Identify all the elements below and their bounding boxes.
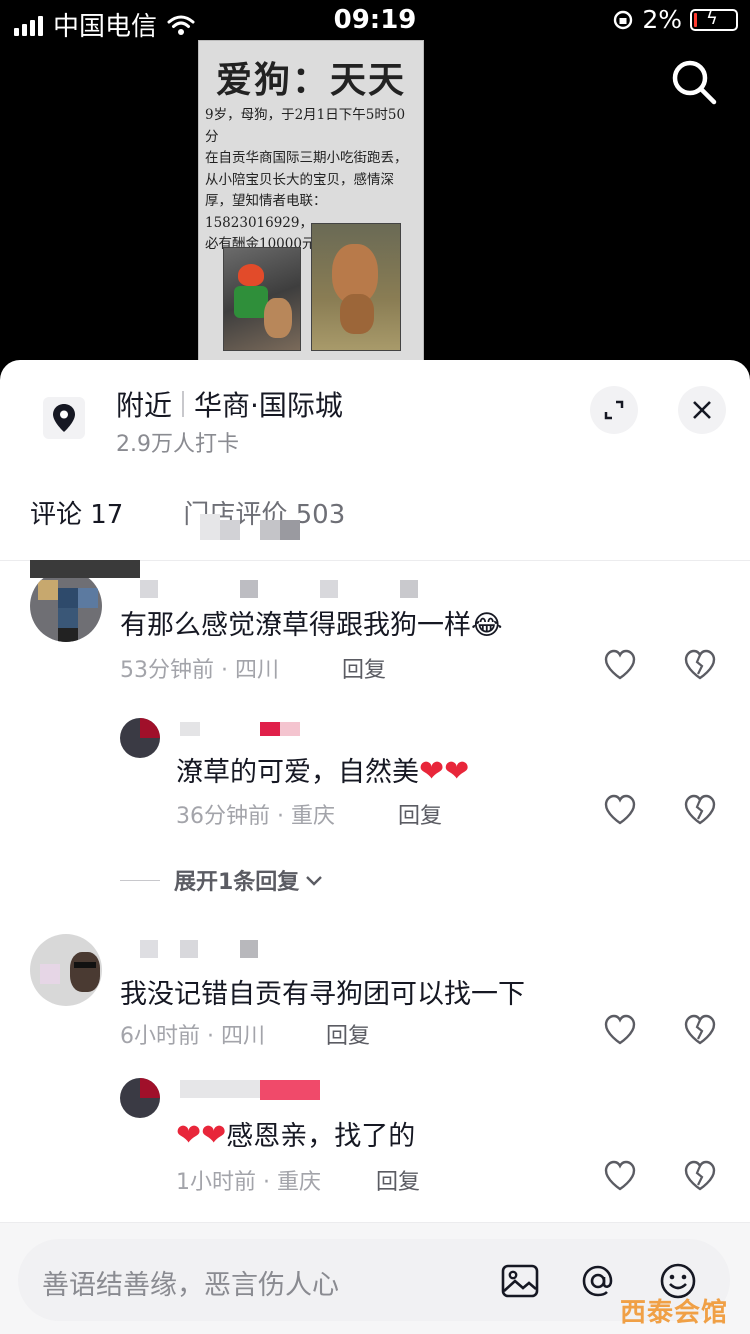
like-heart-icon[interactable]: [603, 1013, 637, 1047]
search-icon[interactable]: [670, 58, 718, 106]
mosaic-blur: [320, 580, 338, 598]
mosaic-blur: [280, 520, 300, 540]
comment-text: 我没记错自贡有寻狗团可以找一下: [120, 979, 525, 1010]
poster-line: 从小陪宝贝长大的宝贝，感情深: [205, 171, 394, 188]
location-name: 华商·国际城: [194, 389, 343, 422]
at-mention-icon[interactable]: [578, 1261, 618, 1301]
mosaic-blur: [140, 580, 158, 598]
location-prefix: 附近: [116, 389, 173, 422]
mosaic-blur: [240, 940, 258, 958]
mosaic-blur: [260, 722, 280, 736]
comment-meta: 6小时前 · 四川: [120, 1024, 265, 1049]
expand-button[interactable]: [590, 386, 638, 434]
comment-input-placeholder: 善语结善缘，恶言伤人心: [42, 1270, 339, 1301]
rotation-lock-icon: [614, 10, 633, 29]
avatar[interactable]: [30, 570, 102, 642]
like-heart-icon[interactable]: [603, 1159, 637, 1193]
close-icon: [693, 401, 711, 419]
dislike-broken-heart-icon[interactable]: [683, 1159, 717, 1193]
comment-meta: 36分钟前 · 重庆: [176, 804, 335, 829]
mosaic-blur: [400, 580, 418, 598]
mosaic-blur: [220, 520, 240, 540]
status-bar: 中国电信 09:19 2% ϟ: [0, 0, 750, 42]
avatar[interactable]: [120, 718, 160, 758]
reply-button[interactable]: 回复: [342, 652, 386, 684]
avatar[interactable]: [120, 1078, 160, 1118]
mosaic-blur: [260, 520, 280, 540]
mosaic-blur: [200, 514, 220, 540]
poster-title: 爱狗：天天: [215, 59, 406, 101]
comment-text: 潦草的可爱，自然美: [176, 757, 419, 788]
dislike-broken-heart-icon[interactable]: [683, 793, 717, 827]
red-heart-emoji: ❤❤: [176, 1118, 227, 1153]
location-pin-icon: [43, 397, 85, 439]
laughing-crying-emoji: 😂: [471, 610, 503, 641]
comment-text: ❤❤感恩亲，找了的: [176, 1114, 415, 1153]
like-heart-icon[interactable]: [603, 648, 637, 682]
tab-comments[interactable]: 评论 17: [30, 494, 123, 531]
dog-photo: [311, 223, 401, 351]
comment-meta: 1小时前 · 重庆: [176, 1170, 321, 1195]
mosaic-blur: [180, 940, 198, 958]
image-icon[interactable]: [500, 1261, 540, 1301]
reply-button[interactable]: 回复: [326, 1018, 370, 1050]
mosaic-blur: [30, 560, 140, 578]
close-button[interactable]: [678, 386, 726, 434]
mosaic-blur: [260, 1080, 320, 1100]
avatar[interactable]: [30, 934, 102, 1006]
like-heart-icon[interactable]: [603, 793, 637, 827]
mosaic-blur: [180, 1080, 260, 1098]
reply-button[interactable]: 回复: [376, 1164, 420, 1196]
comment-text: 有那么感觉潦草得跟我狗一样😂: [120, 603, 503, 642]
mosaic-blur: [280, 722, 300, 736]
comment-text: 有那么感觉潦草得跟我狗一样: [120, 610, 471, 641]
poster-line: 在自贡华商国际三期小吃街跑丢，: [205, 150, 408, 166]
poster-line: 9岁，母狗，于2月1日下午5时50分: [205, 107, 406, 145]
comment-meta: 53分钟前 · 四川: [120, 658, 279, 683]
comment-text: 感恩亲，找了的: [226, 1121, 416, 1152]
divider: [182, 391, 185, 417]
expand-replies-label: 展开1条回复: [174, 870, 300, 895]
comment-text: 潦草的可爱，自然美❤❤: [176, 750, 469, 789]
divider: [120, 879, 160, 881]
comment-sheet: 附近 华商·国际城 2.9万人打卡 评论 17 门店评价 503: [0, 360, 750, 1334]
expand-replies-button[interactable]: 展开1条回复: [120, 864, 325, 896]
checkin-count: 2.9万人打卡: [116, 432, 239, 457]
battery-percent: 2%: [642, 5, 682, 34]
mosaic-blur: [140, 940, 158, 958]
location-title[interactable]: 附近 华商·国际城: [116, 384, 343, 424]
expand-icon: [604, 400, 624, 420]
watermark-logo: 西泰会馆: [620, 1298, 729, 1328]
reply-button[interactable]: 回复: [398, 798, 442, 830]
dislike-broken-heart-icon[interactable]: [683, 1013, 717, 1047]
mosaic-blur: [180, 722, 200, 736]
mosaic-blur: [240, 580, 258, 598]
battery-icon: ϟ: [690, 8, 738, 31]
dislike-broken-heart-icon[interactable]: [683, 648, 717, 682]
dog-photo-with-child: [223, 247, 301, 351]
chevron-down-icon: [306, 876, 323, 886]
lost-dog-poster-image[interactable]: 爱狗：天天 9岁，母狗，于2月1日下午5时50分 在自贡华商国际三期小吃街跑丢，…: [198, 40, 424, 362]
red-heart-emoji: ❤❤: [419, 754, 470, 789]
